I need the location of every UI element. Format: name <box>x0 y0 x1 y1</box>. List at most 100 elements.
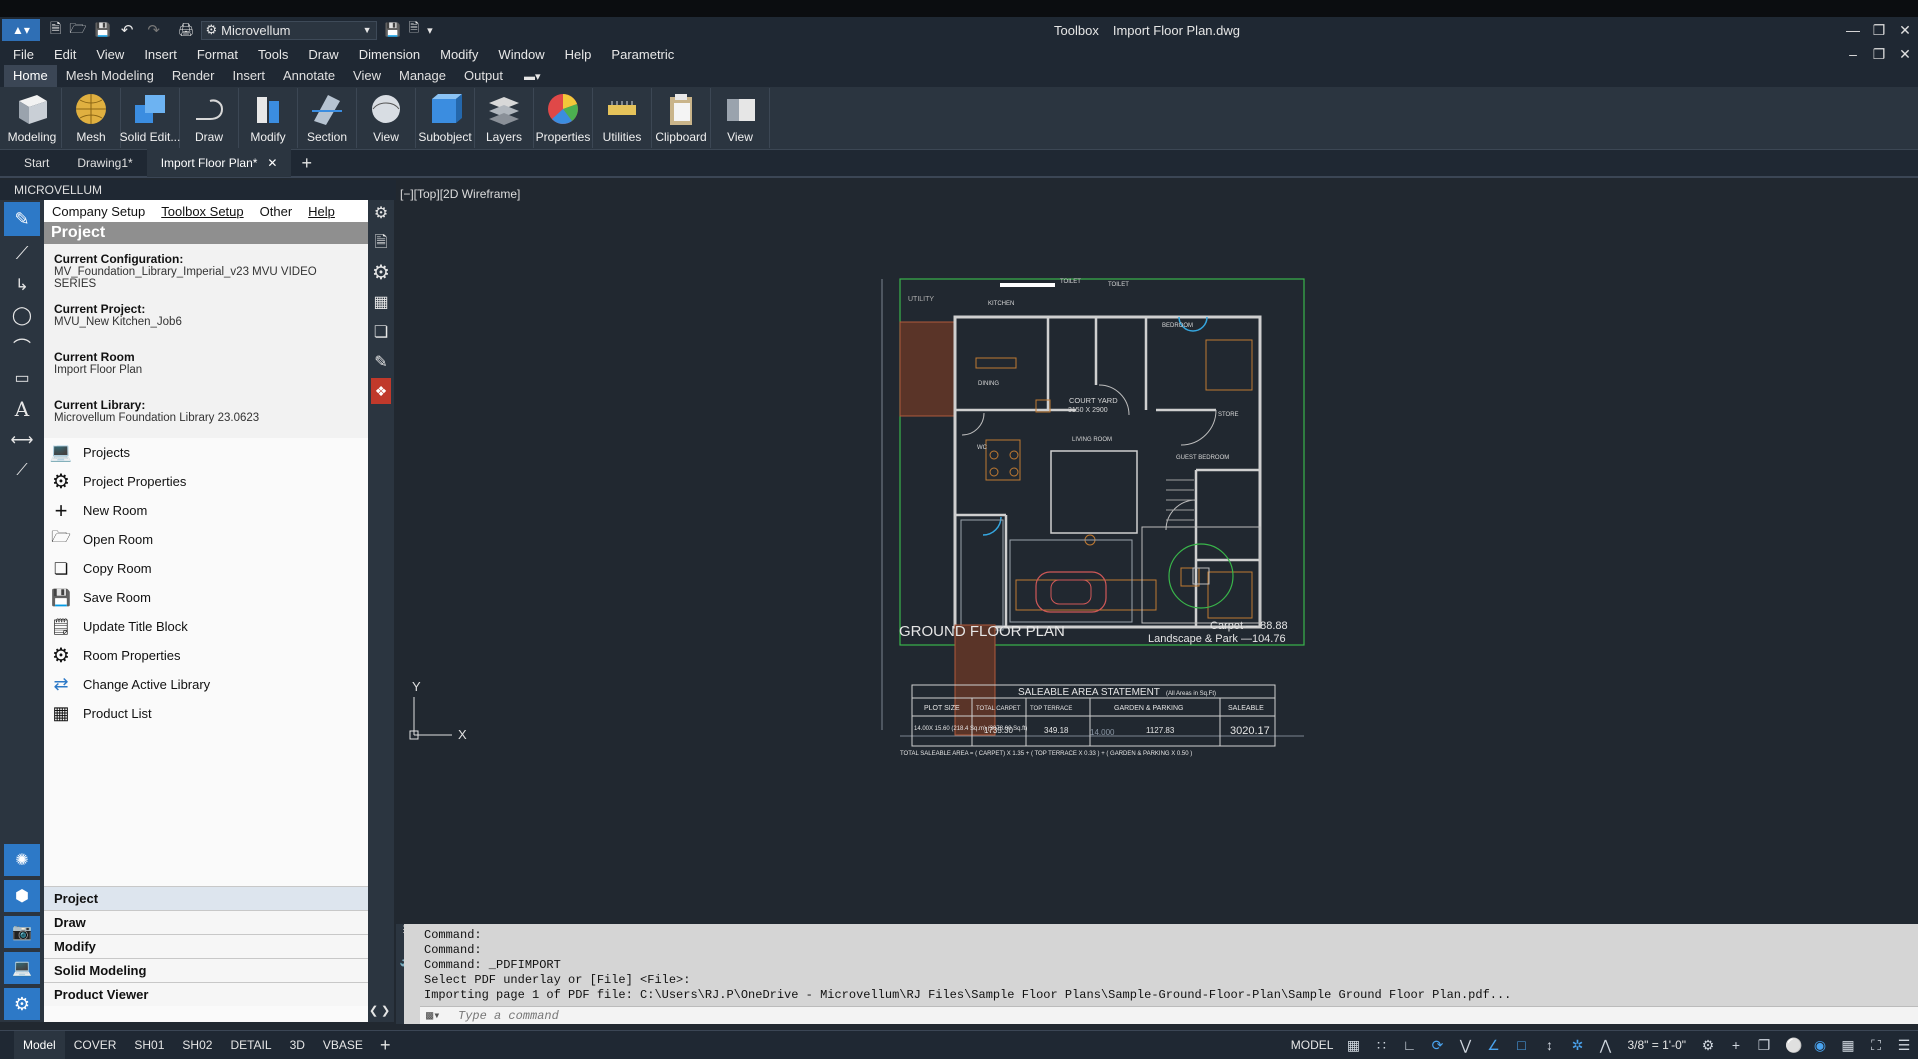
menu-edit[interactable]: Edit <box>44 47 86 62</box>
layout-tab-sh01[interactable]: SH01 <box>125 1031 173 1059</box>
menu-format[interactable]: Format <box>187 47 248 62</box>
menu-insert[interactable]: Insert <box>134 47 187 62</box>
rectangle-tool[interactable]: ▭ <box>0 362 44 393</box>
copy-room-item[interactable]: ❏ Copy Room <box>44 554 368 583</box>
menu-draw[interactable]: Draw <box>298 47 348 62</box>
ribbon-properties-button[interactable]: Properties <box>534 88 593 148</box>
close-icon[interactable]: ✕ <box>1892 22 1918 39</box>
dimension-tool[interactable]: ⟷ <box>0 424 44 455</box>
line-tool[interactable]: ⟋ <box>0 238 44 269</box>
ribbon-subobject-button[interactable]: Subobject <box>416 88 475 148</box>
model-space-button[interactable]: MODEL <box>1291 1038 1334 1052</box>
new-tab-icon[interactable]: + <box>301 153 312 174</box>
close-tab-icon[interactable]: ✕ <box>267 156 277 170</box>
layout-tab-3d[interactable]: 3D <box>281 1031 314 1059</box>
customize-icon[interactable]: ▾ <box>427 24 433 37</box>
palette-menu-other[interactable]: Other <box>252 204 301 219</box>
ribbon-section-button[interactable]: Section <box>298 88 357 148</box>
footer-tab-project[interactable]: Project <box>44 886 368 910</box>
gear-large-icon[interactable]: ⚙ <box>368 258 394 288</box>
app-logo[interactable]: ▲▾ <box>2 19 40 41</box>
ribbon-mesh-button[interactable]: Mesh <box>62 88 121 148</box>
ribbon-tab-view[interactable]: View <box>344 65 390 87</box>
ribbon-tab-mesh-modeling[interactable]: Mesh Modeling <box>57 65 163 87</box>
add-layout-icon[interactable]: + <box>380 1035 391 1056</box>
measure-tool[interactable]: ⟋ <box>0 455 44 486</box>
ribbon-tab-home[interactable]: Home <box>4 65 57 87</box>
layout-tab-cover[interactable]: COVER <box>65 1031 126 1059</box>
scroll-left-icon[interactable]: ❮ <box>369 1004 378 1017</box>
document-icon[interactable]: 🗎 <box>368 228 394 258</box>
ribbon-clipboard-button[interactable]: Clipboard <box>652 88 711 148</box>
update-title-block-item[interactable]: 🗒 Update Title Block <box>44 612 368 641</box>
palette-menu-company-setup[interactable]: Company Setup <box>44 204 153 219</box>
doc-restore-icon[interactable]: ❐ <box>1866 46 1892 63</box>
new-room-item[interactable]: + New Room <box>44 496 368 525</box>
ribbon-view-button[interactable]: View <box>357 88 416 148</box>
open-room-item[interactable]: 🗁 Open Room <box>44 525 368 554</box>
undo-icon[interactable]: ↶ <box>121 21 134 39</box>
workspace-icon[interactable]: ❐ <box>1757 1038 1771 1052</box>
camera-tool[interactable]: 📷 <box>4 916 40 948</box>
menu-dimension[interactable]: Dimension <box>349 47 430 62</box>
hardware-icon[interactable]: ▦ <box>1841 1038 1855 1052</box>
text-tool[interactable]: A <box>0 393 44 424</box>
cube-tool[interactable]: ⬢ <box>4 880 40 912</box>
menu-view[interactable]: View <box>86 47 134 62</box>
menu-file[interactable]: File <box>3 47 44 62</box>
isolate-icon[interactable]: ◉ <box>1813 1038 1827 1052</box>
saveas-icon[interactable]: 💾 <box>385 22 401 38</box>
annotation-icon[interactable]: ✲ <box>1570 1038 1584 1052</box>
menu-modify[interactable]: Modify <box>430 47 488 62</box>
ribbon-draw-button[interactable]: Draw <box>180 88 239 148</box>
circle-tool[interactable]: ◯ <box>0 300 44 331</box>
scale-dropdown[interactable]: 3/8" = 1'-0" <box>1627 1038 1686 1052</box>
edit-icon[interactable]: ✎ <box>368 348 394 378</box>
ribbon-modify-button[interactable]: Modify <box>239 88 298 148</box>
microvellum-logo-icon[interactable]: ❖ <box>371 378 391 404</box>
ribbon-tab-manage[interactable]: Manage <box>390 65 455 87</box>
new-icon[interactable]: 🗎 <box>50 18 61 42</box>
table-icon[interactable]: ▦ <box>368 288 394 318</box>
spiral-tool[interactable]: ✺ <box>4 844 40 876</box>
command-prompt-icon[interactable]: ▩▾ <box>426 1007 440 1025</box>
ribbon-tab-output[interactable]: Output <box>455 65 512 87</box>
ribbon-solid-edit-button[interactable]: Solid Edit... <box>120 88 180 148</box>
change-active-library-item[interactable]: ⇄ Change Active Library <box>44 670 368 699</box>
workspace-dropdown[interactable]: ⚙ Microvellum ▼ <box>200 20 377 40</box>
settings-icon[interactable]: ⚙ <box>1701 1038 1715 1052</box>
menu-help[interactable]: Help <box>555 47 602 62</box>
open-icon[interactable]: 🗁 <box>69 18 86 42</box>
menu-tools[interactable]: Tools <box>248 47 298 62</box>
doc-minimize-icon[interactable]: – <box>1840 46 1866 62</box>
doc-tab-import-floor-plan[interactable]: Import Floor Plan* ✕ <box>146 149 292 177</box>
doc-close-icon[interactable]: ✕ <box>1892 46 1918 63</box>
project-properties-item[interactable]: ⚙ Project Properties <box>44 467 368 496</box>
dynamic-ucs-icon[interactable]: ↕ <box>1542 1038 1556 1052</box>
lock-icon[interactable]: ⚪ <box>1785 1038 1802 1052</box>
save-room-item[interactable]: 💾 Save Room <box>44 583 368 612</box>
polar-icon[interactable]: ⟳ <box>1430 1038 1444 1052</box>
customization-icon[interactable]: ☰ <box>1897 1038 1911 1052</box>
otrack-icon[interactable]: □ <box>1514 1038 1528 1052</box>
ribbon-tab-render[interactable]: Render <box>163 65 224 87</box>
palette-menu-help[interactable]: Help <box>300 204 343 219</box>
plus-icon[interactable]: + <box>1729 1038 1743 1052</box>
viewer-tool[interactable]: 💻 <box>4 952 40 984</box>
page-icon[interactable]: ❏ <box>368 318 394 348</box>
menu-window[interactable]: Window <box>488 47 554 62</box>
layout-tab-model[interactable]: Model <box>14 1031 65 1059</box>
doc-tab-drawing1[interactable]: Drawing1* <box>63 149 146 177</box>
settings-tool[interactable]: ⚙ <box>4 988 40 1020</box>
layout-tab-detail[interactable]: DETAIL <box>221 1031 280 1059</box>
redo-icon[interactable]: ↷ <box>147 21 160 39</box>
ortho-icon[interactable]: ∟ <box>1402 1038 1417 1052</box>
grid-icon[interactable]: ▦ <box>1346 1038 1360 1052</box>
ribbon-view2-button[interactable]: View <box>711 88 770 148</box>
save-icon[interactable]: 💾 <box>95 22 111 38</box>
palette-menu-toolbox-setup[interactable]: Toolbox Setup <box>153 204 251 219</box>
print-icon[interactable]: 🖨 <box>178 22 195 38</box>
footer-tab-draw[interactable]: Draw <box>44 910 368 934</box>
osnap-icon[interactable]: ∠ <box>1486 1038 1500 1052</box>
export-icon[interactable]: 🗎 <box>409 19 419 41</box>
